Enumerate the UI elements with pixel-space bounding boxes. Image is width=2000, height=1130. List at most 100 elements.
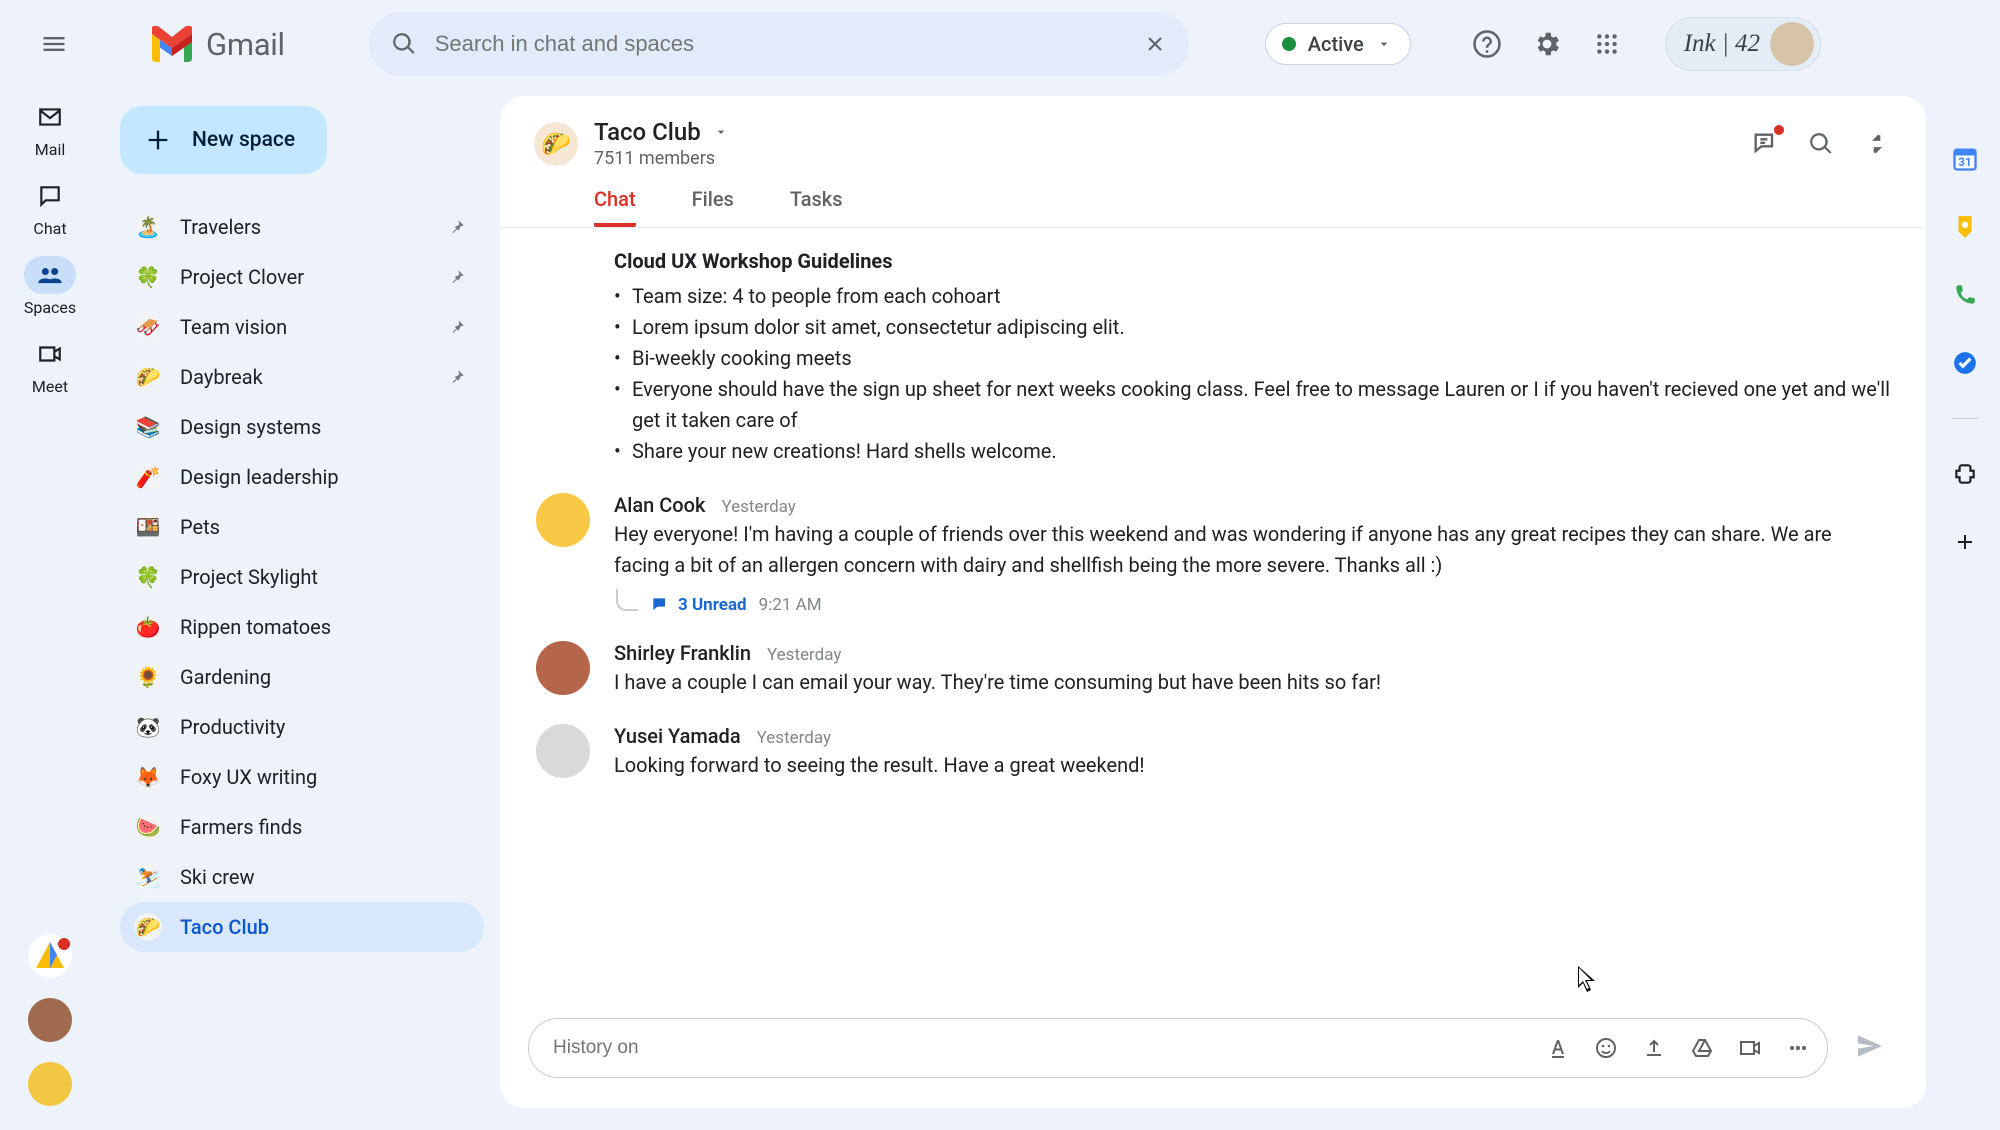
gmail-logo[interactable]: Gmail [148, 26, 285, 63]
notification-dot-icon [1774, 125, 1784, 135]
rail-account-avatar-2[interactable] [28, 1062, 72, 1106]
space-label: Project Clover [180, 265, 430, 289]
phone-icon [1952, 282, 1978, 308]
calendar-icon: 31 [1951, 145, 1979, 173]
search-input[interactable] [435, 31, 1143, 57]
pin-icon [448, 268, 466, 286]
sidebar-space-item[interactable]: 🍅Rippen tomatoes [120, 602, 484, 652]
header-actions [1471, 28, 1623, 60]
message-text: Looking forward to seeing the result. Ha… [614, 750, 1890, 781]
space-label: Ski crew [180, 865, 466, 889]
rail-workspace-icon[interactable] [28, 934, 72, 978]
sidebar-space-item[interactable]: 🌮Taco Club [120, 902, 484, 952]
side-panel-voice[interactable] [1950, 280, 1980, 310]
status-chip[interactable]: Active [1265, 23, 1411, 65]
help-button[interactable] [1471, 28, 1503, 60]
sidebar-space-item[interactable]: 🛷Team vision [120, 302, 484, 352]
sidebar-space-item[interactable]: 🧨Design leadership [120, 452, 484, 502]
plus-icon [1953, 530, 1977, 554]
more-icon [1786, 1036, 1810, 1060]
member-count[interactable]: 7511 members [594, 148, 729, 169]
space-emoji-icon: 🧨 [134, 463, 162, 491]
sidebar-space-item[interactable]: 🦊Foxy UX writing [120, 752, 484, 802]
spaces-icon [36, 261, 64, 289]
space-emoji-icon: 📚 [134, 413, 162, 441]
sidebar-space-item[interactable]: 📚 Design systems [120, 402, 484, 452]
conversation-search-button[interactable] [1806, 129, 1836, 159]
rail-account-avatar-1[interactable] [28, 998, 72, 1042]
tab-tasks[interactable]: Tasks [790, 187, 843, 227]
message-author: Alan Cook [614, 493, 705, 517]
sidebar-space-item[interactable]: 🍱Pets [120, 502, 484, 552]
space-icon: 🌮 [534, 122, 578, 166]
side-panel-add[interactable] [1950, 527, 1980, 557]
space-title[interactable]: Taco Club [594, 118, 701, 146]
collapse-icon [1864, 131, 1890, 157]
space-label: Farmers finds [180, 815, 466, 839]
tab-chat[interactable]: Chat [594, 187, 636, 227]
apps-button[interactable] [1591, 28, 1623, 60]
sidebar-space-item[interactable]: 🍀Project Clover [120, 252, 484, 302]
plus-icon [144, 126, 172, 154]
compose-input[interactable] [553, 1037, 1545, 1059]
search-bar[interactable] [369, 12, 1189, 76]
space-emoji-icon: ⛷️ [134, 863, 162, 891]
sidebar-space-item[interactable]: 🐼Productivity [120, 702, 484, 752]
sidebar-space-item[interactable]: ⛷️ Ski crew [120, 852, 484, 902]
side-panel-tasks[interactable] [1950, 348, 1980, 378]
message-timestamp: Yesterday [767, 645, 841, 665]
sidebar-space-item[interactable]: 🌮Daybreak [120, 352, 484, 402]
meet-link-button[interactable] [1737, 1035, 1763, 1061]
chevron-down-icon [1376, 36, 1392, 52]
tabs: Chat Files Tasks [534, 187, 1892, 227]
upload-icon [1642, 1036, 1666, 1060]
side-panel-addons[interactable] [1950, 459, 1980, 489]
tab-files[interactable]: Files [692, 187, 734, 227]
compose-box[interactable] [528, 1018, 1828, 1078]
space-label: Productivity [180, 715, 466, 739]
mail-icon [37, 104, 63, 130]
format-button[interactable] [1545, 1035, 1571, 1061]
nav-rail-meet[interactable]: Meet [24, 335, 76, 396]
settings-button[interactable] [1531, 28, 1563, 60]
space-label: Taco Club [180, 915, 466, 939]
more-button[interactable] [1785, 1035, 1811, 1061]
send-icon [1854, 1030, 1886, 1062]
message: Cloud UX Workshop Guidelines • Team size… [536, 244, 1890, 467]
main-menu-button[interactable] [30, 20, 78, 68]
nav-rail-mail[interactable]: Mail [24, 98, 76, 159]
sidebar-space-item[interactable]: 🍉Farmers finds [120, 802, 484, 852]
chat-icon [37, 183, 63, 209]
reply-icon [650, 595, 670, 615]
message-bullet: • Team size: 4 to people from each cohoa… [614, 281, 1890, 312]
sidebar-space-item[interactable]: 🌻Gardening [120, 652, 484, 702]
side-panel-keep[interactable] [1950, 212, 1980, 242]
nav-rail-chat[interactable]: Chat [24, 177, 76, 238]
sidebar-space-item[interactable]: 🍀Project Skylight [120, 552, 484, 602]
send-button[interactable] [1854, 1030, 1886, 1067]
hamburger-icon [40, 30, 68, 58]
account-chip[interactable]: Ink | 42 [1665, 17, 1821, 71]
clear-search-icon[interactable] [1143, 32, 1167, 56]
nav-rail-label: Meet [32, 377, 68, 396]
search-icon [1808, 131, 1834, 157]
threads-button[interactable] [1750, 129, 1780, 159]
chevron-down-icon[interactable] [713, 124, 729, 140]
panel-actions [1750, 129, 1892, 159]
topbar: Gmail Active Ink | 42 [0, 0, 2000, 88]
side-panel-calendar[interactable]: 31 [1950, 144, 1980, 174]
thread-unread-indicator[interactable]: 3 Unread 9:21 AM [614, 595, 1890, 615]
nav-rail-spaces[interactable]: Spaces [24, 256, 76, 317]
collapse-button[interactable] [1862, 129, 1892, 159]
new-space-button[interactable]: New space [120, 106, 327, 174]
space-label: Foxy UX writing [180, 765, 466, 789]
sidebar-space-item[interactable]: 🏝️Travelers [120, 202, 484, 252]
upload-button[interactable] [1641, 1035, 1667, 1061]
space-label: Design systems [180, 415, 466, 439]
composer [500, 1018, 1926, 1108]
space-label: Rippen tomatoes [180, 615, 466, 639]
pin-icon [448, 318, 466, 336]
avatar [536, 493, 590, 547]
drive-button[interactable] [1689, 1035, 1715, 1061]
emoji-button[interactable] [1593, 1035, 1619, 1061]
